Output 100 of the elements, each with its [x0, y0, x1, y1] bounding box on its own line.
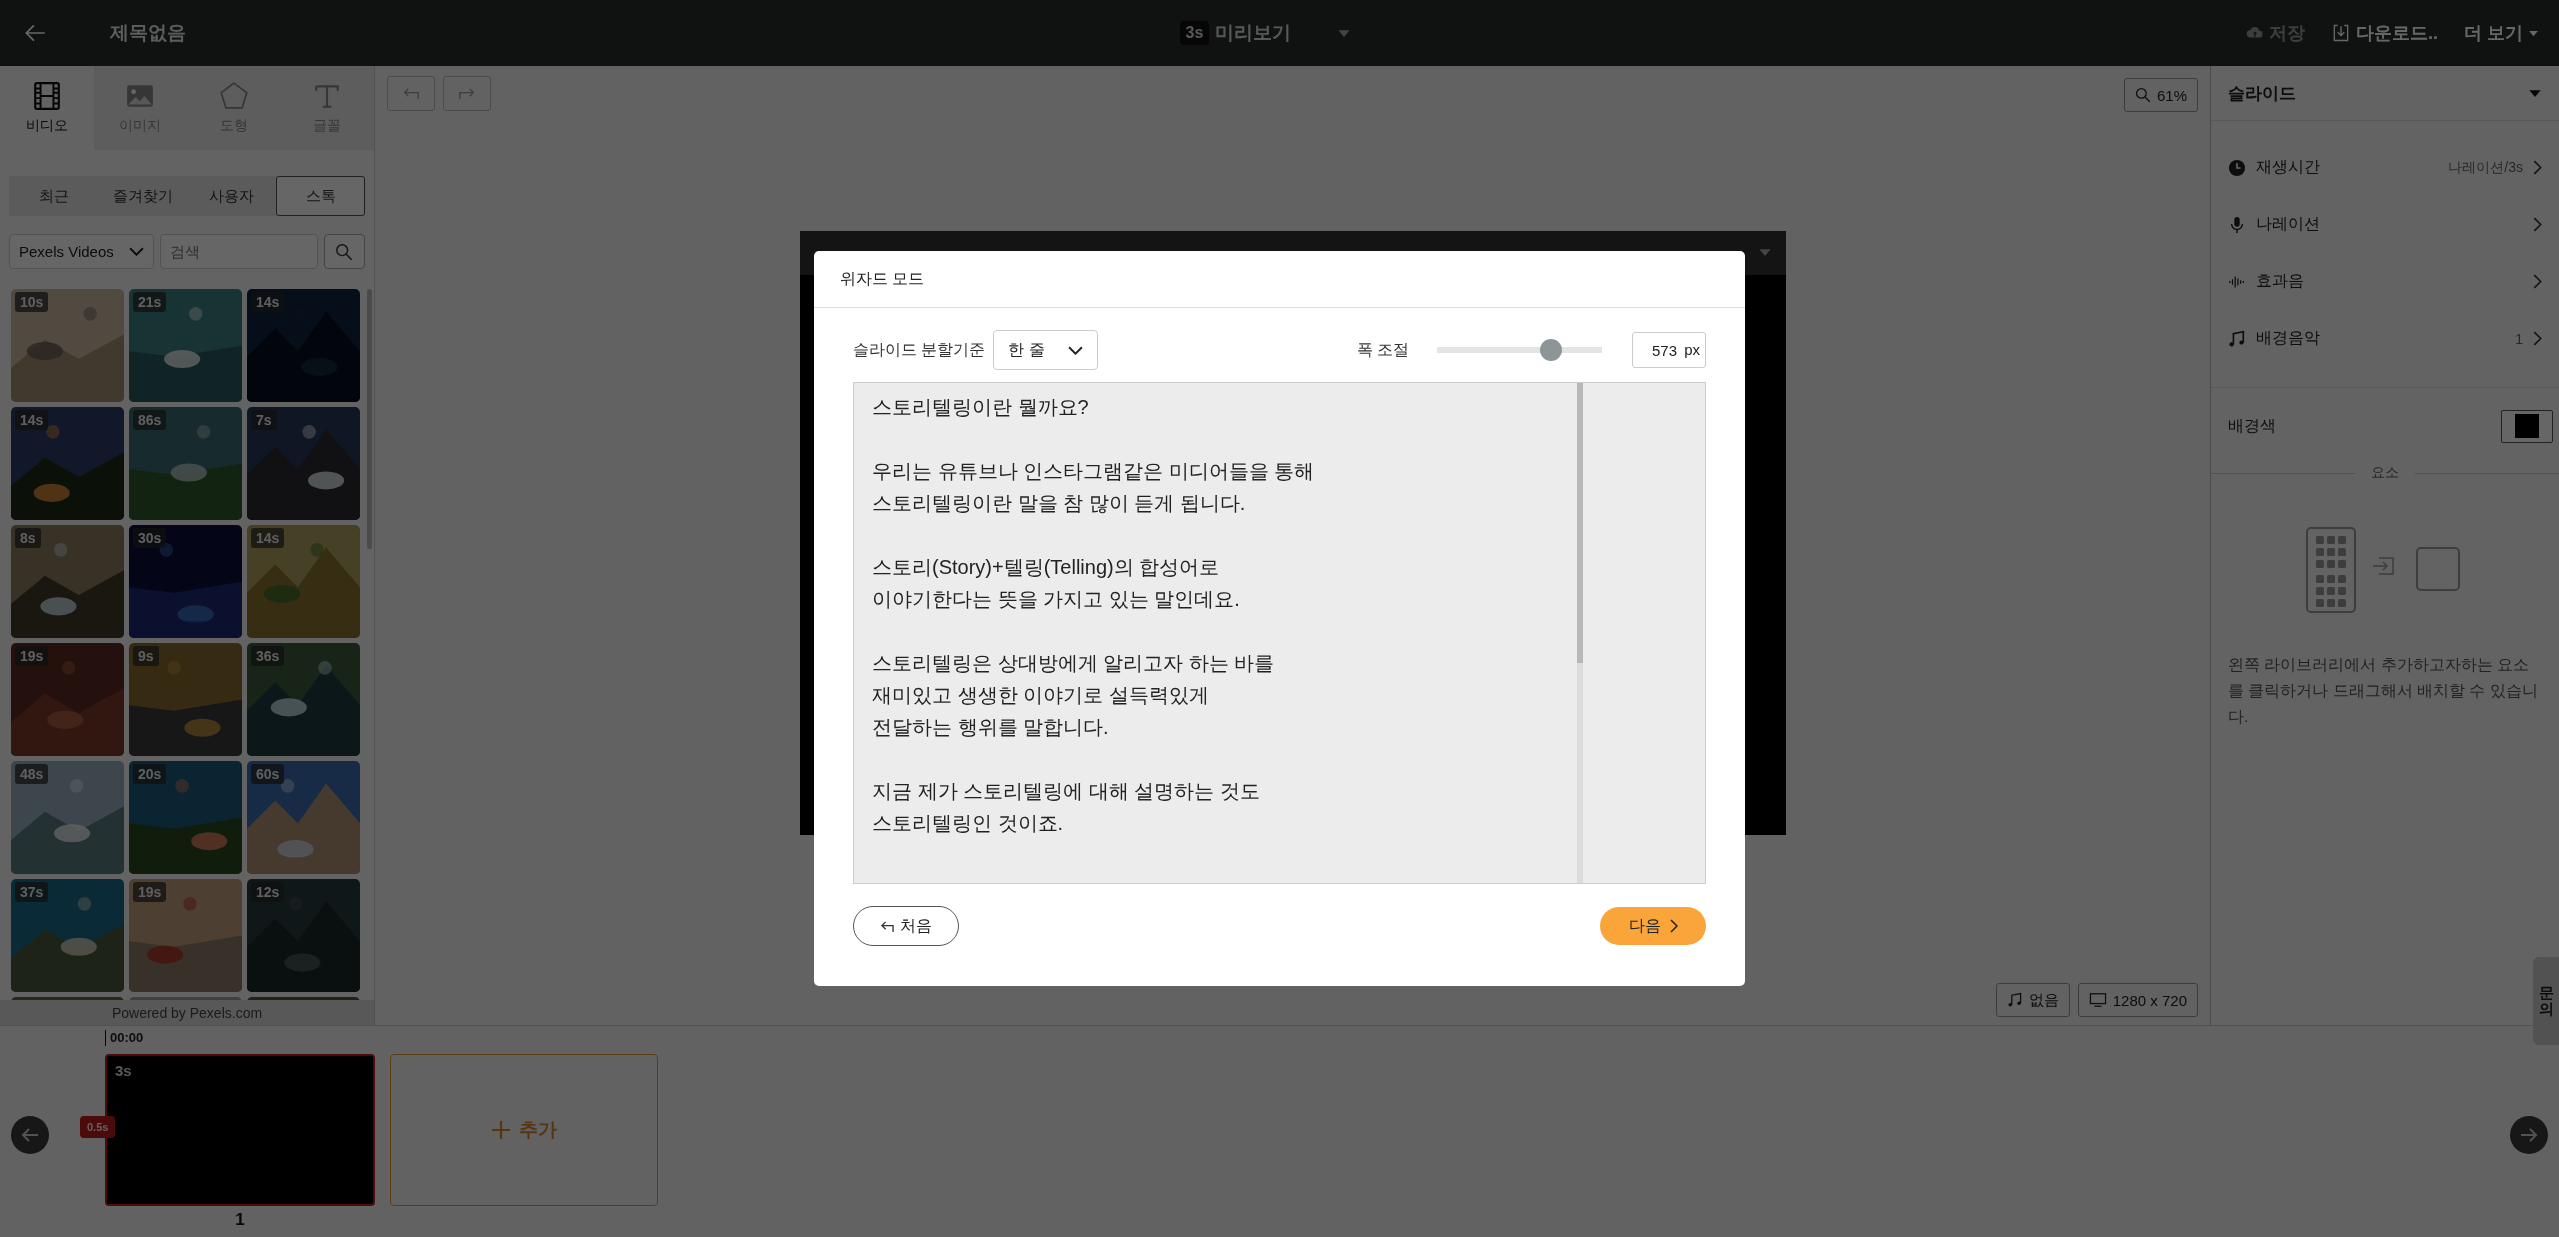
setting-row[interactable]: 나레이션	[2211, 196, 2559, 253]
music-note-icon	[2006, 992, 2023, 1008]
width-label: 폭 조절	[1356, 339, 1409, 360]
video-thumbnail[interactable]: 14s	[11, 407, 124, 520]
clock-icon	[2228, 158, 2246, 177]
previous-button[interactable]	[11, 1115, 49, 1154]
search-icon	[335, 242, 354, 261]
next-button[interactable]: 다음	[1600, 907, 1706, 945]
slide-duration: 3s	[115, 1062, 132, 1079]
video-thumbnail[interactable]: 30s	[129, 525, 242, 638]
duration-badge: 8s	[15, 528, 41, 548]
duration-badge: 60s	[251, 764, 285, 784]
script-paragraph: 스토리(Story)+텔링(Telling)의 합성어로 이야기한다는 뜻을 가지고 있는 말인데요.	[872, 555, 1241, 612]
return-arrow-icon	[880, 919, 895, 933]
video-thumbnail[interactable]: 60s	[247, 761, 360, 874]
caret-icon[interactable]	[1757, 248, 1772, 257]
preview-button[interactable]: 3s 미리보기	[1173, 19, 1358, 47]
chevron-right-icon	[2533, 274, 2542, 289]
setting-row[interactable]: 효과음	[2211, 253, 2559, 310]
search-button[interactable]	[323, 234, 365, 269]
duration-badge: 37s	[15, 882, 49, 902]
scrollbar[interactable]	[367, 289, 372, 549]
color-picker[interactable]	[2501, 409, 2553, 443]
timecode: 00:00	[105, 1030, 658, 1046]
video-thumbnail[interactable]: 14s	[247, 289, 360, 402]
setting-row[interactable]: 재생시간 나레이션/3s	[2211, 139, 2559, 196]
source-tab[interactable]: 즐겨찾기	[98, 176, 187, 216]
video-thumbnail[interactable]: 19s	[11, 643, 124, 756]
dialog-title: 위자드 모드	[840, 268, 925, 289]
slider-thumb[interactable]	[1539, 339, 1562, 361]
panel-title: 슬라이드	[2228, 82, 2296, 105]
add-slide-button[interactable]: 추가	[390, 1054, 658, 1206]
script-paragraph: 스토리텔링이란 뭘까요?	[872, 395, 1090, 420]
transition-badge[interactable]: 0.5s	[80, 1116, 116, 1138]
duration-badge: 36s	[251, 646, 285, 666]
slide-number: 1	[235, 1210, 245, 1230]
microphone-icon	[2228, 215, 2246, 234]
section-title: 요소	[2371, 464, 2399, 482]
provider-dropdown[interactable]: Pexels Videos	[9, 234, 154, 269]
video-thumbnail[interactable]: 8s	[11, 525, 124, 638]
duration-badge: 19s	[15, 646, 49, 666]
film-icon	[31, 81, 62, 111]
duration-badge: 14s	[251, 292, 285, 312]
source-tab[interactable]: 사용자	[187, 176, 276, 216]
script-paragraph: 스토리텔링은 상대방에게 알리고자 하는 바를 재미있고 생생한 이야기로 설득력있게 전달하는 행위를 말합니다.	[872, 651, 1276, 740]
chevron-right-icon	[2533, 331, 2542, 346]
duration-badge: 12s	[251, 882, 285, 902]
undo-icon	[402, 86, 420, 100]
scrollbar[interactable]	[1577, 383, 1583, 883]
source-tab[interactable]: 스톡	[276, 176, 365, 216]
music-note-icon	[2228, 329, 2246, 348]
video-thumbnail[interactable]: 19s	[129, 879, 242, 992]
video-thumbnail[interactable]: 20s	[129, 761, 242, 874]
video-thumbnail[interactable]: 21s	[129, 289, 242, 402]
preview-label: 미리보기	[1215, 21, 1292, 45]
video-thumbnail[interactable]: 10s	[11, 289, 124, 402]
video-thumbnail[interactable]: 36s	[247, 643, 360, 756]
chevron-down-icon	[128, 247, 144, 256]
resolution-button[interactable]: 1280 x 720	[2077, 983, 2198, 1017]
more-button[interactable]: 더 보기	[2463, 21, 2539, 45]
search-icon	[2134, 87, 2151, 103]
duration-badge: 7s	[251, 410, 277, 430]
hint-text: 왼쪽 라이브러리에서 추가하고자하는 요소를 클릭하거나 드래그해서 배치할 수 있습니다.	[2228, 655, 2539, 727]
download-button[interactable]: 다운로드..	[2330, 21, 2438, 45]
chevron-right-icon	[2533, 217, 2542, 232]
video-thumbnail[interactable]: 48s	[11, 761, 124, 874]
video-thumbnail[interactable]: 86s	[129, 407, 242, 520]
pentagon-icon	[218, 81, 249, 111]
help-tab[interactable]: 문의	[2533, 957, 2559, 1045]
setting-value: 1	[2515, 330, 2523, 347]
background-color-label: 배경색	[2228, 415, 2276, 436]
video-thumbnail[interactable]: 12s	[247, 879, 360, 992]
duration-badge: 48s	[15, 764, 49, 784]
first-button[interactable]: 처음	[853, 906, 959, 946]
split-dropdown[interactable]: 한 줄	[993, 330, 1099, 370]
duration-badge: 10s	[15, 292, 49, 312]
setting-value: 나레이션/3s	[2448, 158, 2523, 177]
setting-row[interactable]: 배경음악 1	[2211, 310, 2559, 367]
setting-label: 나레이션	[2256, 214, 2321, 234]
video-thumbnail[interactable]: 14s	[247, 525, 360, 638]
source-tab[interactable]: 최근	[9, 176, 98, 216]
video-thumbnail[interactable]: 9s	[129, 643, 242, 756]
script-paragraph: 우리는 유튜브나 인스타그램같은 미디어들을 통해 스토리텔링이란 말을 참 많이 듣게 됩니다.	[872, 459, 1316, 516]
unit-label: px	[1684, 341, 1700, 358]
setting-label: 배경음악	[2256, 328, 2321, 348]
caret-icon	[1337, 28, 1352, 38]
duration-badge: 3s	[1179, 21, 1210, 45]
video-thumbnail[interactable]: 7s	[247, 407, 360, 520]
document-title: 제목없음	[110, 21, 186, 45]
split-label: 슬라이드 분할기준	[853, 339, 986, 360]
duration-badge: 14s	[15, 410, 49, 430]
script-text-area[interactable]	[853, 382, 1706, 884]
video-thumbnail[interactable]: 37s	[11, 879, 124, 992]
next-button[interactable]	[2510, 1115, 2548, 1154]
zoom-button[interactable]: 61%	[2123, 78, 2198, 112]
caret-icon[interactable]	[2528, 88, 2542, 98]
music-button[interactable]: 없음	[1995, 983, 2070, 1017]
plus-icon	[491, 1120, 511, 1140]
duration-badge: 86s	[133, 410, 167, 430]
chevron-right-icon	[1669, 919, 1678, 933]
